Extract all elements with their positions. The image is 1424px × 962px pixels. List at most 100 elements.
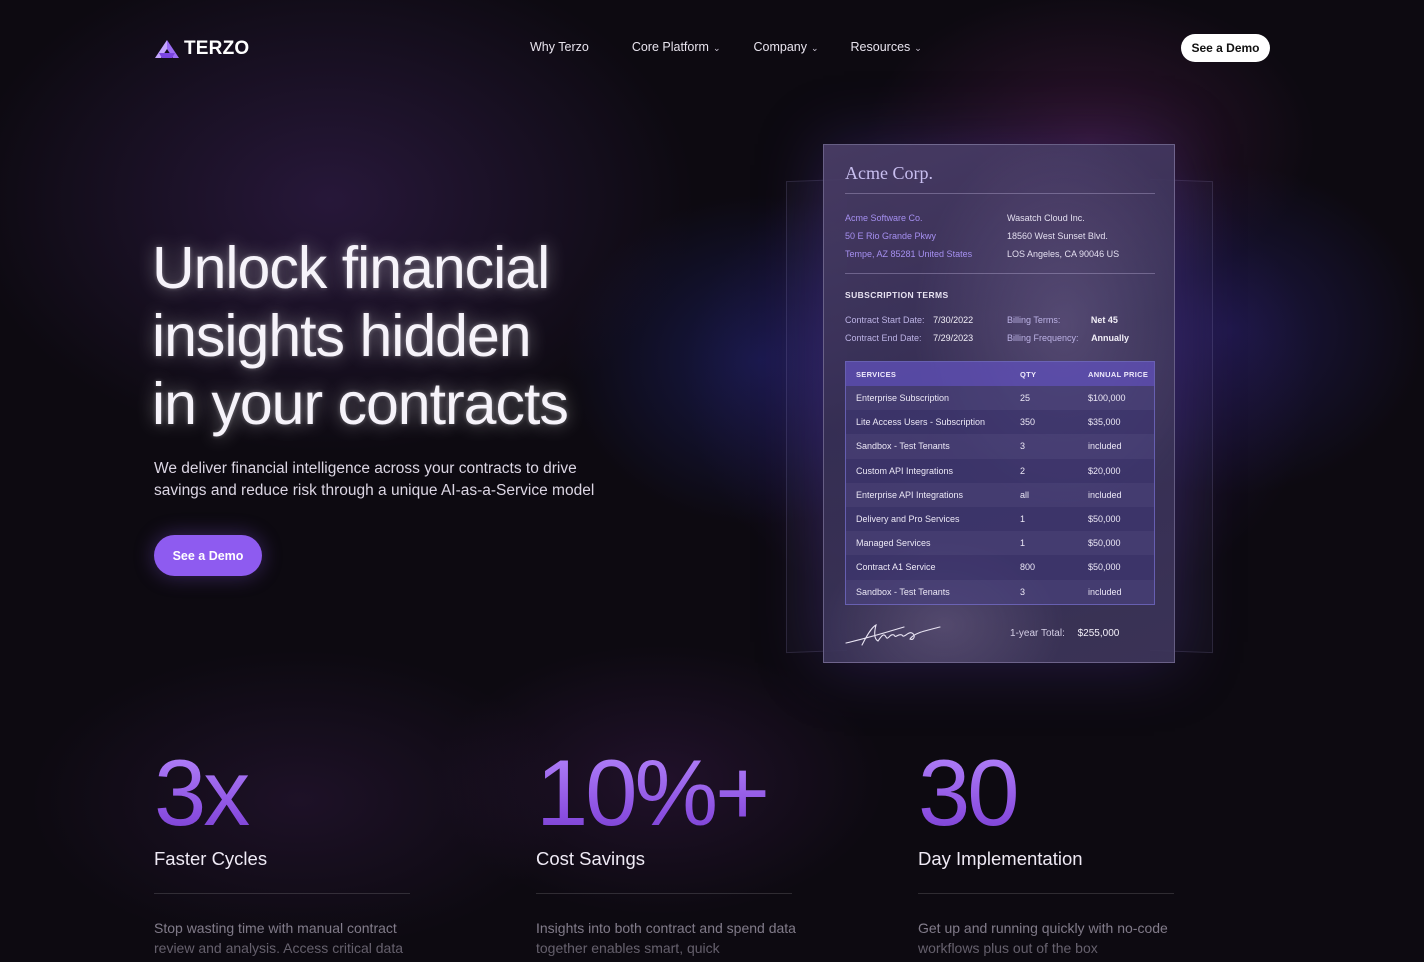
stat-cost-savings: 10%+ Cost Savings Insights into both con…	[536, 738, 796, 956]
service-name: Enterprise Subscription	[856, 393, 950, 404]
stat-description: Stop wasting time with manual contract r…	[154, 920, 403, 956]
service-price: $50,000	[1088, 562, 1121, 573]
term-key: Billing Frequency:	[1007, 333, 1079, 343]
term-value: 7/29/2023	[933, 333, 974, 343]
service-name: Custom API Integrations	[856, 465, 954, 476]
service-price: $35,000	[1088, 417, 1121, 428]
column-header-qty: QTY	[1020, 369, 1037, 379]
nav-links: Why Terzo Core Platform ⌄ Company ⌄ Reso…	[530, 40, 922, 54]
subscription-terms-heading: SUBSCRIPTION TERMS	[845, 290, 949, 300]
service-qty: 3	[1020, 441, 1026, 452]
billing-terms: Billing Terms: Net 45	[1007, 315, 1118, 325]
nav-link-label: Company	[753, 40, 807, 54]
logo-text: TERZO	[184, 38, 250, 59]
term-value: Net 45	[1090, 315, 1118, 325]
stat-number: 10%+	[536, 738, 792, 848]
divider	[536, 893, 792, 894]
service-qty: 3	[1020, 586, 1026, 597]
table-body: Enterprise Subscription 25 $100,000 Lite…	[846, 386, 1154, 604]
service-qty: 800	[1020, 562, 1036, 573]
column-header-annual-price: ANNUAL PRICE	[1088, 369, 1149, 379]
contract-from-address: Acme Software Co. 50 E Rio Grande Pkwy T…	[845, 209, 972, 263]
signature	[845, 623, 941, 646]
stat-description: Insights into both contract and spend da…	[536, 920, 796, 956]
hero-see-demo-button[interactable]: See a Demo	[154, 535, 262, 576]
hero-title: Unlock financial insights hidden in your…	[152, 234, 712, 438]
logo[interactable]: TERZO	[154, 38, 249, 60]
stat-label: Cost Savings	[536, 848, 645, 869]
contract-to-address: Wasatch Cloud Inc. 18560 West Sunset Blv…	[1007, 209, 1119, 263]
divider	[845, 273, 1155, 274]
stat-label: Day Implementation	[918, 848, 1083, 869]
nav-link-core-platform[interactable]: Core Platform ⌄	[632, 40, 721, 54]
nav-link-why-terzo[interactable]: Why Terzo	[530, 40, 589, 54]
stat-number: 3x	[154, 738, 410, 848]
address-line: 50 E Rio Grande Pkwy	[845, 231, 937, 241]
table-row: Lite Access Users - Subscription 350 $35…	[846, 410, 1154, 435]
nav-see-demo-button[interactable]: See a Demo	[1181, 34, 1270, 62]
term-value: Annually	[1091, 333, 1130, 343]
top-nav: TERZO Why Terzo Core Platform ⌄ Company …	[0, 0, 1424, 96]
hero-title-line: Unlock financial	[152, 235, 550, 301]
service-qty: all	[1020, 489, 1030, 500]
chevron-down-icon: ⌄	[712, 42, 721, 53]
nav-link-resources[interactable]: Resources ⌄	[851, 40, 922, 54]
address-line: Wasatch Cloud Inc.	[1007, 213, 1085, 223]
chevron-down-icon: ⌄	[810, 42, 819, 53]
terzo-logo-icon	[155, 40, 179, 58]
nav-link-label: Resources	[850, 40, 911, 54]
service-price: $50,000	[1088, 538, 1121, 549]
service-qty: 2	[1020, 465, 1026, 476]
address-line: Tempe, AZ 85281 United States	[845, 249, 973, 259]
service-price: $20,000	[1088, 465, 1121, 476]
services-table: SERVICES QTY ANNUAL PRICE Enterprise Sub…	[845, 361, 1155, 605]
total-value: $255,000	[1077, 628, 1120, 639]
term-key: Contract End Date:	[845, 333, 922, 343]
stat-faster-cycles: 3x Faster Cycles Stop wasting time with …	[154, 738, 410, 956]
contract-card: Acme Corp. Acme Software Co. 50 E Rio Gr…	[823, 144, 1175, 663]
term-key: Billing Terms:	[1007, 315, 1061, 325]
hero-subtitle: We deliver financial intelligence across…	[154, 460, 595, 499]
service-qty: 350	[1020, 417, 1036, 428]
address-line: 18560 West Sunset Blvd.	[1007, 231, 1108, 241]
address-line: Acme Software Co.	[845, 213, 923, 223]
table-row: Sandbox - Test Tenants 3 included	[846, 579, 1154, 604]
service-name: Contract A1 Service	[856, 562, 936, 573]
chevron-down-icon: ⌄	[914, 42, 922, 53]
nav-link-company[interactable]: Company ⌄	[753, 40, 818, 54]
divider	[918, 893, 1174, 894]
table-row: Contract A1 Service 800 $50,000	[846, 555, 1154, 580]
column-header-services: SERVICES	[856, 369, 897, 379]
service-price: included	[1088, 489, 1122, 500]
page: TERZO Why Terzo Core Platform ⌄ Company …	[0, 0, 1424, 962]
nav-link-label: Core Platform	[631, 40, 709, 54]
service-name: Sandbox - Test Tenants	[856, 441, 950, 452]
service-name: Sandbox - Test Tenants	[856, 586, 950, 597]
service-price: included	[1088, 441, 1122, 452]
stat-number: 30	[918, 738, 1174, 848]
hero-title-line: in your contracts	[152, 371, 569, 437]
nav-link-label: Why Terzo	[530, 40, 589, 54]
service-qty: 25	[1020, 393, 1031, 404]
stat-day-implementation: 30 Day Implementation Get up and running…	[918, 738, 1174, 956]
table-row: Enterprise API Integrations all included	[846, 482, 1154, 507]
service-name: Delivery and Pro Services	[856, 514, 960, 525]
term-key: Contract Start Date:	[845, 315, 925, 325]
table-header: SERVICES QTY ANNUAL PRICE	[846, 362, 1154, 386]
stat-label: Faster Cycles	[154, 848, 268, 869]
table-row: Managed Services 1 $50,000	[846, 531, 1154, 556]
address-line: LOS Angeles, CA 90046 US	[1007, 249, 1120, 259]
table-row: Enterprise Subscription 25 $100,000	[846, 386, 1154, 411]
divider	[154, 893, 410, 894]
service-qty: 1	[1020, 514, 1026, 525]
service-price: $50,000	[1088, 514, 1121, 525]
divider	[845, 193, 1155, 194]
term-value: 7/30/2022	[933, 315, 974, 325]
service-qty: 1	[1020, 538, 1026, 549]
service-name: Enterprise API Integrations	[856, 489, 964, 500]
service-name: Lite Access Users - Subscription	[856, 417, 986, 428]
table-row: Delivery and Pro Services 1 $50,000	[846, 506, 1154, 532]
hero-title-line: insights hidden	[152, 303, 532, 369]
contract-start-date: Contract Start Date: 7/30/2022	[845, 315, 973, 325]
table-row: Custom API Integrations 2 $20,000	[846, 458, 1154, 483]
